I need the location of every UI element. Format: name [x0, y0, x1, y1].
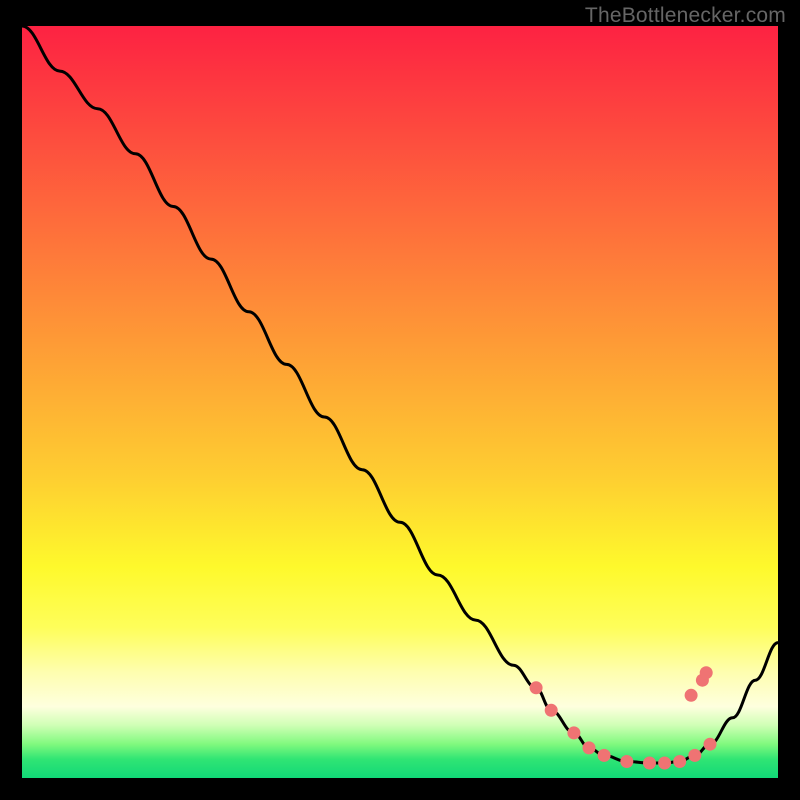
attribution-label: TheBottlenecker.com: [585, 4, 786, 28]
chart-svg: [22, 26, 778, 778]
data-marker: [583, 741, 596, 754]
data-marker: [704, 738, 717, 751]
data-marker: [673, 755, 686, 768]
bottleneck-curve-chart: [22, 26, 778, 778]
data-marker: [567, 726, 580, 739]
data-marker: [530, 681, 543, 694]
data-marker: [643, 757, 656, 770]
data-marker: [620, 755, 633, 768]
chart-container: TheBottlenecker.com: [0, 0, 800, 800]
data-marker: [700, 666, 713, 679]
data-marker: [685, 689, 698, 702]
data-marker: [688, 749, 701, 762]
data-marker: [545, 704, 558, 717]
chart-background: [22, 26, 778, 778]
data-marker: [598, 749, 611, 762]
data-marker: [658, 757, 671, 770]
